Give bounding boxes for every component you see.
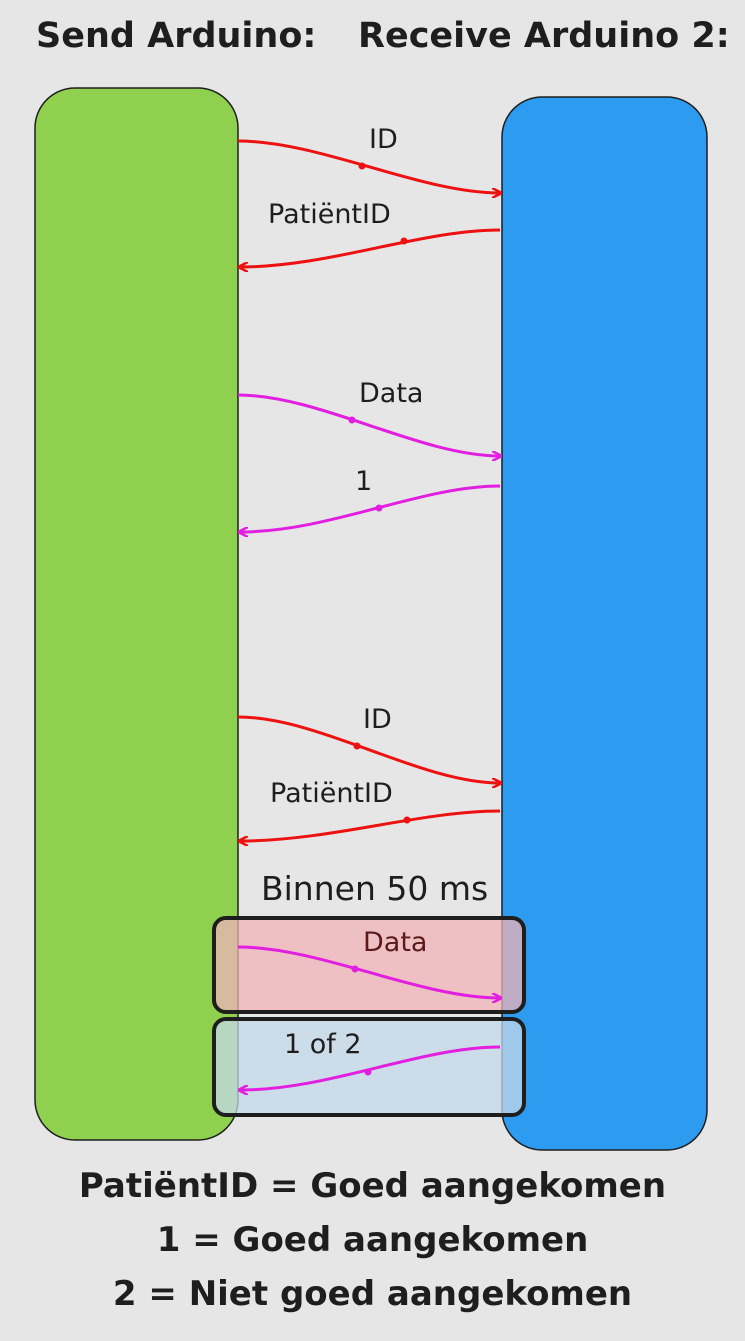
ack-label-2: 1 of 2 [284, 1029, 362, 1060]
sequence-diagram: ID PatiëntID Data 1 ID PatiëntID Binnen … [34, 87, 708, 1151]
id-arrow-2-midpoint [353, 742, 361, 750]
patientid-label-2: PatiëntID [270, 778, 393, 809]
response-highlight-box [212, 1017, 526, 1117]
id-label-1: ID [369, 124, 398, 155]
legend-line-2: 2 = Niet goed aangekomen [112, 1274, 633, 1314]
patientid-arrow-1 [240, 228, 501, 267]
data-arrow-2-midpoint [351, 965, 359, 973]
patientid-arrow-2 [240, 809, 501, 841]
ack-label-1: 1 [355, 466, 372, 497]
ack-arrow-1-midpoint [375, 504, 383, 512]
receiver-arduino-block [501, 96, 708, 1151]
sender-arduino-block [34, 87, 239, 1141]
data-label-1: Data [359, 378, 423, 409]
patientid-label-1: PatiëntID [268, 199, 391, 230]
data-arrow-1-midpoint [348, 416, 356, 424]
legend-line-patientid: PatiëntID = Goed aangekomen [78, 1166, 667, 1206]
legend-line-1: 1 = Goed aangekomen [156, 1220, 589, 1260]
patientid-arrow-1-midpoint [400, 237, 408, 245]
data-label-2: Data [363, 927, 427, 958]
id-label-2: ID [363, 704, 392, 735]
ack-arrow-2-midpoint [364, 1068, 372, 1076]
timing-note: Binnen 50 ms [261, 869, 488, 908]
patientid-arrow-2-midpoint [403, 816, 411, 824]
id-arrow-1-midpoint [358, 162, 366, 170]
